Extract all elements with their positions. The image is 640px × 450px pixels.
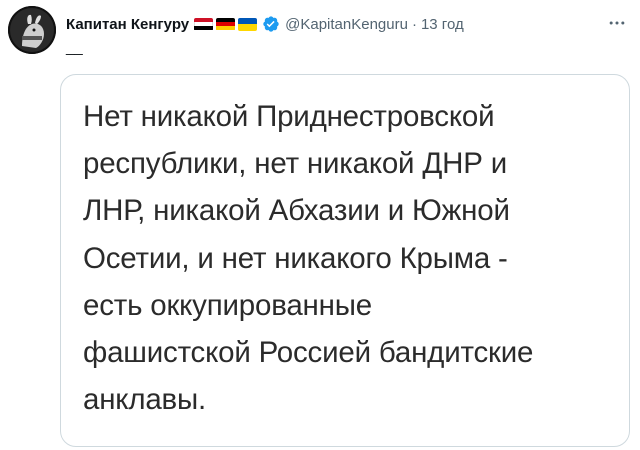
card-line: Нет никакой Приднестровской xyxy=(83,100,495,133)
tweet-text: __ xyxy=(66,39,83,56)
more-options-icon xyxy=(609,21,625,25)
tweet-header: Капитан Кенгуру @KapitanKenguru · 13 год xyxy=(66,12,464,36)
card-line: Осетии, и нет никакого Крыма - xyxy=(83,241,508,275)
more-options-button[interactable] xyxy=(604,10,630,36)
author-display-name[interactable]: Капитан Кенгуру xyxy=(66,16,189,33)
card-line: фашистской Россией бандитские xyxy=(83,336,534,370)
verified-badge-icon xyxy=(262,15,280,33)
ukraine-flag-icon xyxy=(238,17,258,31)
card-line: республики, нет никакой ДНР и xyxy=(83,147,507,181)
kangaroo-avatar-icon xyxy=(8,6,56,54)
card-line: ЛНР, никакой Абхазии и Южной xyxy=(83,194,510,228)
author-handle[interactable]: @KapitanKenguru xyxy=(285,16,408,33)
tweet-timestamp[interactable]: 13 год xyxy=(421,16,464,33)
germany-flag-icon xyxy=(216,17,236,31)
card-text: Нет никакой Приднестровской республики, … xyxy=(83,93,623,423)
separator-dot: · xyxy=(411,15,417,33)
author-avatar[interactable] xyxy=(8,6,56,54)
card-line: есть оккупированные xyxy=(83,288,372,322)
card-line: анклавы. xyxy=(83,383,207,417)
tweet: Капитан Кенгуру @KapitanKenguru · 13 год xyxy=(0,0,640,450)
author-flags xyxy=(194,17,260,31)
egypt-flag-icon xyxy=(194,17,214,31)
quoted-image-card[interactable]: Нет никакой Приднестровской республики, … xyxy=(60,74,630,447)
